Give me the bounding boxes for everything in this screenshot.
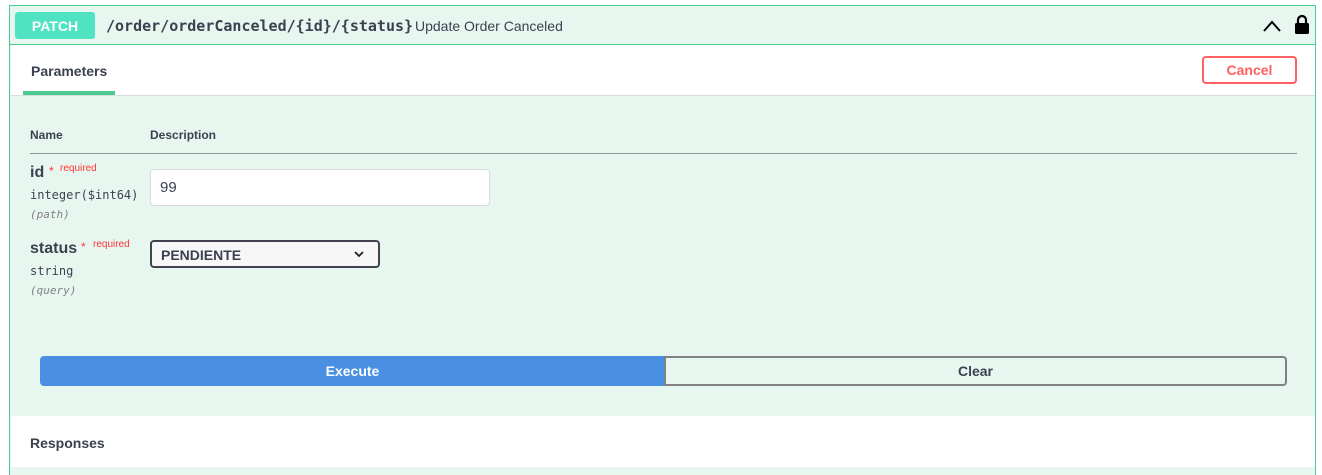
- parameters-header: Parameters Cancel: [11, 45, 1315, 96]
- responses-title: Responses: [30, 435, 105, 451]
- responses-section: Responses: [11, 416, 1315, 467]
- tab-parameters[interactable]: Parameters: [23, 45, 115, 95]
- table-header-divider: [30, 153, 1297, 154]
- operation-block: PATCH /order/orderCanceled/{id}/{status}…: [9, 5, 1316, 475]
- chevron-up-icon[interactable]: [1262, 18, 1282, 34]
- operation-path: /order/orderCanceled/{id}/{status}: [106, 17, 414, 35]
- clear-button[interactable]: Clear: [664, 356, 1287, 386]
- param-id-type: integer($int64): [30, 188, 139, 202]
- param-id-required-label: required: [60, 163, 97, 174]
- id-input[interactable]: [150, 169, 490, 206]
- param-status-required-star: *: [81, 240, 86, 254]
- operation-summary[interactable]: PATCH /order/orderCanceled/{id}/{status}…: [10, 6, 1315, 45]
- operation-description: Update Order Canceled: [415, 18, 563, 34]
- param-id-required-star: *: [49, 164, 54, 178]
- chevron-down-icon: [354, 251, 364, 258]
- tab-parameters-label: Parameters: [31, 63, 108, 79]
- param-id-location: (path): [30, 208, 70, 221]
- status-select[interactable]: PENDIENTE: [150, 240, 380, 268]
- param-status-name: status: [30, 240, 78, 257]
- param-status-location: (query): [30, 284, 77, 297]
- method-badge: PATCH: [15, 12, 95, 39]
- param-id-name: id: [30, 164, 45, 181]
- param-status-required-label: required: [93, 239, 130, 250]
- column-header-name: Name: [30, 128, 63, 142]
- param-status-type: string: [30, 264, 74, 278]
- column-header-description: Description: [150, 128, 217, 142]
- lock-icon[interactable]: [1294, 14, 1310, 34]
- execute-button[interactable]: Execute: [40, 356, 665, 386]
- status-select-value: PENDIENTE: [161, 247, 242, 263]
- cancel-button[interactable]: Cancel: [1202, 56, 1297, 84]
